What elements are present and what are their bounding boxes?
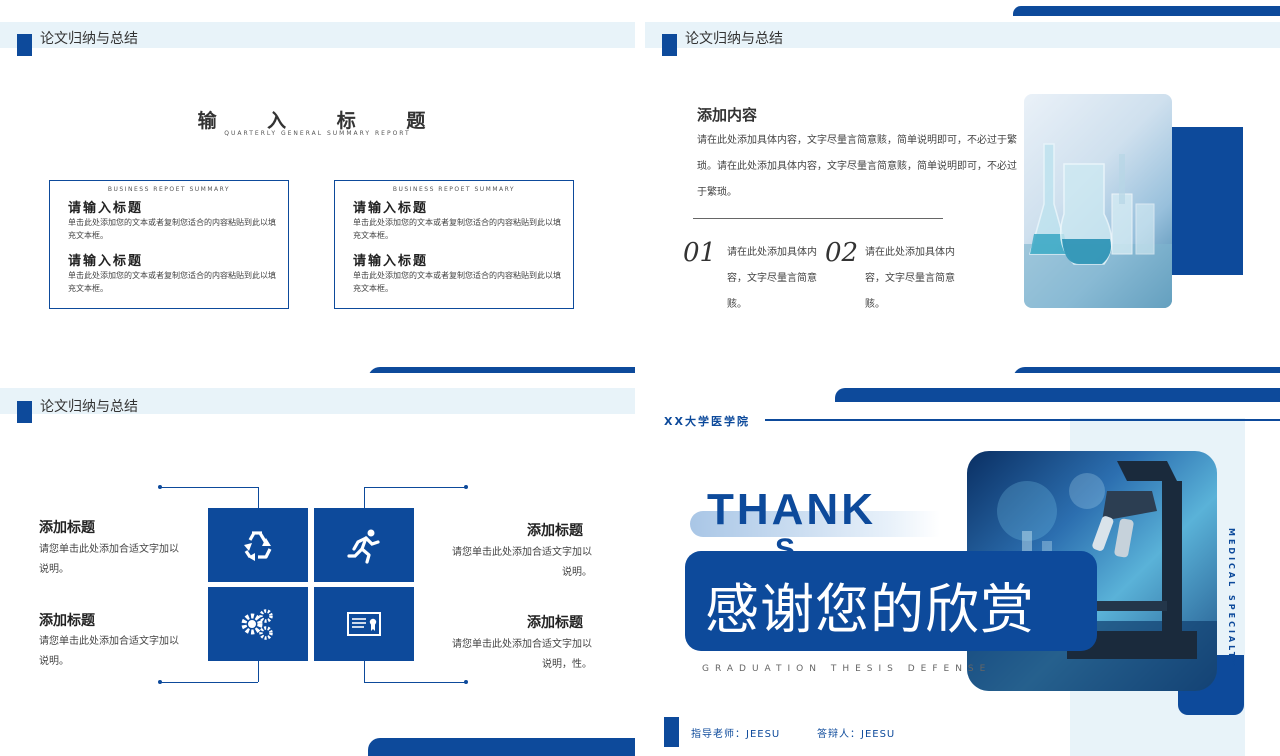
card-heading: 请输入标题 bbox=[353, 254, 429, 269]
card-heading: 请输入标题 bbox=[68, 201, 144, 216]
point-text: 请在此处添加具体内容，文字尽量言简意赅。 bbox=[865, 247, 955, 310]
item-heading: 添加标题 bbox=[39, 613, 95, 629]
slide-icon-grid[interactable]: 论文归纳与总结 添加标题 请您单击此处添加合适文字加以说明。 添加标题 请您单击… bbox=[0, 383, 635, 756]
card-heading: 请输入标题 bbox=[68, 254, 144, 269]
top-accent-bar bbox=[1013, 6, 1280, 16]
thank-heading: THANK bbox=[707, 485, 876, 534]
photo-accent-box bbox=[1170, 127, 1243, 275]
item-text: 请您单击此处添加合适文字加以说明。 bbox=[39, 636, 179, 667]
section-title: 论文归纳与总结 bbox=[40, 399, 138, 415]
item-heading: 添加标题 bbox=[527, 615, 583, 631]
grid-tile bbox=[208, 508, 308, 582]
item-heading: 添加标题 bbox=[527, 523, 583, 539]
connector-dot bbox=[464, 680, 468, 684]
connector-line bbox=[258, 487, 259, 508]
connector-line bbox=[364, 682, 466, 683]
gears-icon bbox=[241, 609, 273, 640]
section-title: 论文归纳与总结 bbox=[685, 31, 783, 47]
item-text: 请您单击此处添加合适文字加以说明，性。 bbox=[452, 639, 592, 670]
bottom-accent-bar bbox=[368, 738, 635, 756]
connector-line bbox=[364, 661, 365, 682]
divider bbox=[693, 218, 943, 219]
connector-line bbox=[364, 487, 365, 508]
point-text: 请在此处添加具体内容，文字尽量言简意赅。 bbox=[727, 247, 817, 310]
card-tag: BUSINESS REPOET SUMMARY bbox=[386, 186, 522, 193]
content-heading: 添加内容 bbox=[697, 106, 758, 124]
header-mark bbox=[662, 34, 677, 56]
point-number: 01 bbox=[683, 238, 717, 268]
slide-title: 输 入 标 题 bbox=[197, 110, 448, 132]
connector-dot bbox=[464, 485, 468, 489]
vertical-label: MEDICAL SPECIALTY bbox=[1227, 528, 1236, 670]
content-paragraph: 请在此处添加具体内容，文字尽量言简意赅，简单说明即可，不必过于繁琐。请在此处添加… bbox=[697, 135, 1017, 198]
item-heading: 添加标题 bbox=[39, 520, 95, 536]
top-accent-bar bbox=[835, 388, 1280, 402]
connector-line bbox=[364, 487, 466, 488]
english-subtitle: GRADUATION THESIS DEFENSE bbox=[702, 664, 992, 674]
bottom-accent-bar bbox=[1013, 367, 1280, 373]
advisor-label: 指导老师：JEESU bbox=[691, 729, 781, 740]
runner-icon bbox=[347, 529, 380, 564]
point-number: 02 bbox=[825, 238, 859, 268]
summary-card-right: BUSINESS REPOET SUMMARY 请输入标题 单击此处添加您的文本… bbox=[334, 180, 574, 309]
bottom-accent-bar bbox=[368, 367, 635, 373]
card-text: 单击此处添加您的文本或者复制您适合的内容粘贴到此以填充文本框。 bbox=[353, 271, 561, 293]
school-divider bbox=[765, 419, 1280, 421]
lab-glassware-photo bbox=[1024, 94, 1172, 308]
slide-content-photo[interactable]: 论文归纳与总结 添加内容 请在此处添加具体内容，文字尽量言简意赅，简单说明即可，… bbox=[645, 0, 1280, 373]
summary-card-left: BUSINESS REPOET SUMMARY 请输入标题 单击此处添加您的文本… bbox=[49, 180, 289, 309]
header-mark bbox=[17, 34, 32, 56]
slide-thank-you[interactable]: XX大学医学院 THANK S 感谢您的欣赏 GRADUATION THESIS… bbox=[645, 383, 1280, 756]
school-name: XX大学医学院 bbox=[664, 415, 750, 428]
item-text: 请您单击此处添加合适文字加以说明。 bbox=[39, 544, 179, 575]
grid-tile bbox=[314, 587, 414, 661]
slide-subtitle: QUARTERLY GENERAL SUMMARY REPORT bbox=[224, 130, 411, 137]
card-tag: BUSINESS REPOET SUMMARY bbox=[101, 186, 237, 193]
card-text: 单击此处添加您的文本或者复制您适合的内容粘贴到此以填充文本框。 bbox=[68, 218, 276, 240]
card-text: 单击此处添加您的文本或者复制您适合的内容粘贴到此以填充文本框。 bbox=[68, 271, 276, 293]
card-text: 单击此处添加您的文本或者复制您适合的内容粘贴到此以填充文本框。 bbox=[353, 218, 561, 240]
slide-summary-cards[interactable]: 论文归纳与总结 输 入 标 题 QUARTERLY GENERAL SUMMAR… bbox=[0, 0, 635, 373]
item-text: 请您单击此处添加合适文字加以说明。 bbox=[452, 547, 592, 578]
header-mark bbox=[17, 401, 32, 423]
footer-mark bbox=[664, 717, 679, 747]
grid-tile bbox=[314, 508, 414, 582]
grid-tile bbox=[208, 587, 308, 661]
connector-line bbox=[258, 661, 259, 682]
recycle-icon bbox=[244, 531, 272, 561]
connector-dot bbox=[158, 680, 162, 684]
connector-line bbox=[160, 487, 258, 488]
thank-banner-text: 感谢您的欣赏 bbox=[705, 578, 1035, 641]
section-title: 论文归纳与总结 bbox=[40, 31, 138, 47]
certificate-icon bbox=[347, 612, 381, 636]
connector-line bbox=[160, 682, 258, 683]
card-heading: 请输入标题 bbox=[353, 201, 429, 216]
connector-dot bbox=[158, 485, 162, 489]
defender-label: 答辩人：JEESU bbox=[817, 729, 896, 740]
